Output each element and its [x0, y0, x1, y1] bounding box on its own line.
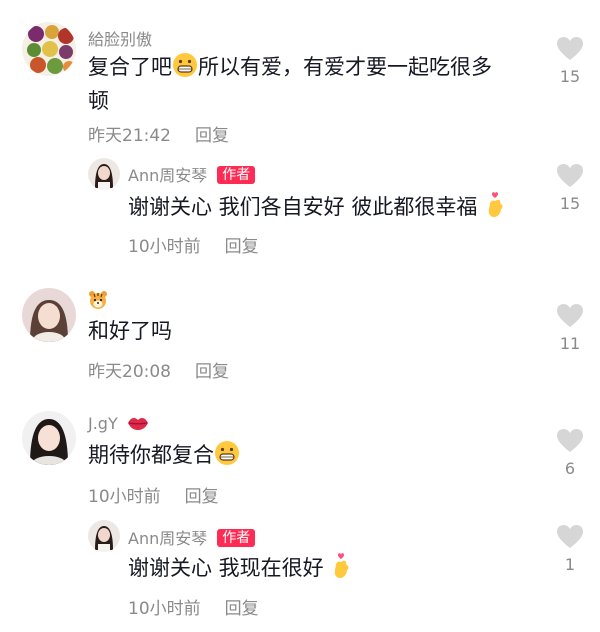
user-photo-avatar — [22, 288, 76, 342]
like-button[interactable]: 1 — [550, 524, 590, 574]
comment-time: 昨天21:42 — [88, 126, 171, 146]
like-count: 11 — [559, 334, 581, 353]
finger-heart-emoji-icon — [335, 553, 349, 578]
finger-heart-emoji-icon — [488, 192, 503, 217]
reply-username[interactable]: Ann周安琴 作者 — [128, 162, 256, 186]
comment-time: 10小时前 — [88, 487, 161, 507]
avatar[interactable] — [22, 411, 76, 465]
avatar[interactable] — [88, 520, 120, 552]
comment-text: 期待你都复合 — [88, 438, 240, 472]
user-photo-avatar — [88, 158, 120, 190]
grin-emoji-icon — [173, 53, 197, 77]
like-count: 15 — [559, 194, 581, 213]
user-photo-avatar — [88, 520, 120, 552]
comment-text: 复合了吧 所以有爱，有爱才要一起吃很多 顿 — [88, 50, 533, 118]
reply-button[interactable]: 回复 — [195, 357, 229, 382]
like-button[interactable]: 15 — [550, 36, 590, 86]
like-button[interactable]: 11 — [550, 303, 590, 353]
fruit-avatar-image — [22, 22, 76, 76]
comment-username[interactable] — [88, 290, 108, 314]
reply-username-text[interactable]: Ann周安琴 — [128, 529, 207, 548]
user-photo-avatar — [22, 411, 76, 465]
tiger-emoji-icon — [89, 291, 107, 309]
reply-username-text[interactable]: Ann周安琴 — [128, 166, 207, 185]
comment-meta: 昨天21:42 回复 — [88, 121, 229, 146]
like-button[interactable]: 15 — [550, 163, 590, 213]
reply-username[interactable]: Ann周安琴 作者 — [128, 525, 256, 549]
heart-icon — [557, 164, 583, 187]
reply-button[interactable]: 回复 — [185, 482, 219, 507]
comment-text: 和好了吗 — [88, 319, 172, 343]
comment-username[interactable]: 給脸别傲 — [88, 26, 152, 50]
comment-text-part1: 复合了吧 — [88, 55, 172, 79]
reply-text-content: 谢谢关心 我们各自安好 彼此都很幸福 — [128, 195, 478, 219]
avatar[interactable] — [22, 288, 76, 342]
like-count: 6 — [564, 459, 576, 478]
reply-text: 谢谢关心 我们各自安好 彼此都很幸福 — [128, 190, 506, 224]
like-count: 1 — [564, 555, 576, 574]
avatar[interactable] — [88, 158, 120, 190]
reply-meta: 10小时前 回复 — [128, 594, 259, 619]
comment-text-content: 期待你都复合 — [88, 443, 214, 467]
grin-emoji-icon — [215, 441, 239, 465]
lips-emoji-icon — [127, 418, 148, 430]
comment-username-text[interactable]: J.gY — [88, 414, 118, 433]
reply-text-content: 谢谢关心 我现在很好 — [128, 556, 324, 580]
reply-button[interactable]: 回复 — [225, 232, 259, 257]
reply-meta: 10小时前 回复 — [128, 232, 259, 257]
author-badge: 作者 — [217, 529, 256, 547]
reply-time: 10小时前 — [128, 237, 201, 257]
comment-username[interactable]: J.gY — [88, 414, 149, 433]
reply-button[interactable]: 回复 — [195, 121, 229, 146]
comment-meta: 10小时前 回复 — [88, 482, 219, 507]
comment-text-part3: 顿 — [88, 89, 109, 113]
avatar[interactable] — [22, 22, 76, 76]
heart-icon — [557, 525, 583, 548]
comment-time: 昨天20:08 — [88, 362, 171, 382]
reply-time: 10小时前 — [128, 599, 201, 619]
reply-button[interactable]: 回复 — [225, 594, 259, 619]
comment-meta: 昨天20:08 回复 — [88, 357, 229, 382]
reply-text: 谢谢关心 我现在很好 — [128, 551, 352, 585]
heart-icon — [557, 304, 583, 327]
heart-icon — [557, 37, 583, 60]
like-button[interactable]: 6 — [550, 428, 590, 478]
like-count: 15 — [559, 67, 581, 86]
author-badge: 作者 — [217, 166, 256, 184]
heart-icon — [557, 429, 583, 452]
comment-text-part2: 所以有爱，有爱才要一起吃很多 — [198, 55, 492, 79]
